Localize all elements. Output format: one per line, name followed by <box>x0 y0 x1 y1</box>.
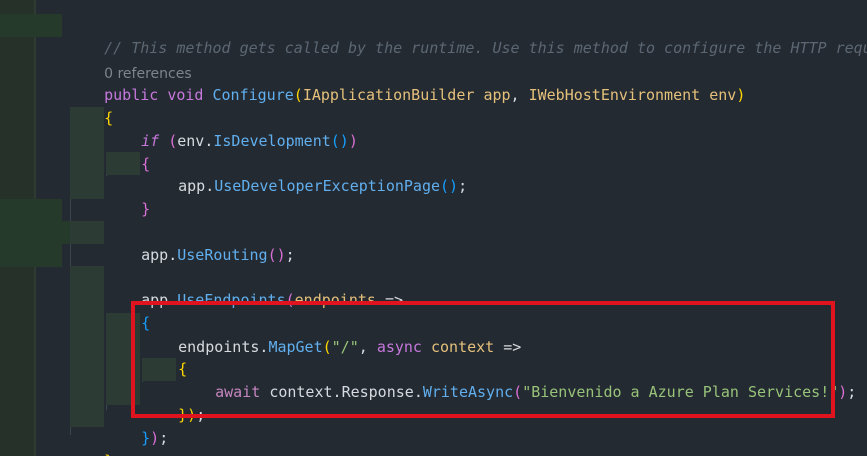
comma: , <box>358 338 368 356</box>
paren-open: ( <box>322 338 332 356</box>
code-editor[interactable]: // This method gets called by the runtim… <box>0 0 867 456</box>
lambda-arrow: => <box>384 291 404 309</box>
change-band <box>0 244 62 267</box>
change-band <box>0 14 62 37</box>
if-paren-close: ) <box>348 132 358 150</box>
code-line-handler-open[interactable]: { <box>142 335 187 378</box>
response-ref: Response <box>341 383 414 401</box>
code-line-use-endpoints[interactable]: app.UseEndpoints(endpoints => <box>105 266 403 309</box>
endpoints-ref: endpoints <box>178 338 260 356</box>
call-parens: () <box>267 246 286 264</box>
code-line-comment[interactable]: // This method gets called by the runtim… <box>68 14 867 57</box>
paren-open: ( <box>285 291 295 309</box>
codelens-references[interactable]: 0 references <box>68 40 192 82</box>
code-line-method-close[interactable]: } <box>68 427 113 456</box>
code-line-use-routing[interactable]: app.UseRouting(); <box>105 221 295 264</box>
dot: . <box>205 177 215 195</box>
indent-highlight <box>70 221 104 244</box>
if-paren-open: ( <box>168 132 178 150</box>
param-type-2: IWebHostEnvironment <box>528 86 701 104</box>
use-routing-call: UseRouting <box>177 246 268 264</box>
dot: . <box>168 246 178 264</box>
env-ref: env <box>177 132 205 150</box>
paren-close: ) <box>187 406 197 424</box>
paren-close: ) <box>736 86 746 104</box>
code-line-if-open[interactable]: { <box>105 130 150 173</box>
dot: . <box>168 291 178 309</box>
write-async-call: WriteAsync <box>422 383 514 401</box>
use-endpoints-call: UseEndpoints <box>177 291 286 309</box>
paren-close: ) <box>150 429 160 447</box>
context-ref: context <box>269 383 333 401</box>
dot: . <box>413 383 423 401</box>
keyword-await: await <box>215 383 261 401</box>
keyword-void: void <box>167 86 204 104</box>
code-line-lambda-open[interactable]: { <box>105 289 150 332</box>
code-line-use-dev[interactable]: app.UseDeveloperExceptionPage(); <box>142 152 467 195</box>
handler-brace-close: } <box>178 406 188 424</box>
param-name-2: env <box>709 86 737 104</box>
message-string: "Bienvenido a Azure Plan Services!" <box>522 383 839 401</box>
method-name: Configure <box>212 86 294 104</box>
semicolon: ; <box>285 246 295 264</box>
code-line-map-get[interactable]: endpoints.MapGet("/", async context => <box>142 313 521 356</box>
if-brace-close: } <box>141 200 151 218</box>
semicolon: ; <box>847 383 857 401</box>
is-development-call: IsDevelopment <box>213 132 331 150</box>
dot: . <box>332 383 342 401</box>
method-brace-close: } <box>104 452 113 456</box>
keyword-async: async <box>376 338 422 356</box>
comment-text: // This method gets called by the runtim… <box>104 39 867 57</box>
app-ref: app <box>178 177 206 195</box>
code-line-if-close[interactable]: } <box>105 175 150 218</box>
map-get-call: MapGet <box>268 338 323 356</box>
param-type-1: IApplicationBuilder <box>302 86 475 104</box>
app-ref: app <box>141 246 169 264</box>
context-param: context <box>431 338 495 356</box>
paren-open: ( <box>513 383 523 401</box>
lambda-arrow: => <box>503 338 522 356</box>
code-line-signature[interactable]: public void Configure(IApplicationBuilde… <box>68 61 745 104</box>
endpoints-param: endpoints <box>294 291 376 309</box>
use-developer-exception-page-call: UseDeveloperExceptionPage <box>214 177 441 195</box>
paren-close: ) <box>838 383 848 401</box>
indent-highlight <box>70 266 104 427</box>
call-parens: () <box>440 177 459 195</box>
param-name-1: app <box>483 86 511 104</box>
lambda-brace-close: } <box>141 429 151 447</box>
semicolon: ; <box>196 406 206 424</box>
paren-open: ( <box>293 86 303 104</box>
semicolon: ; <box>159 429 169 447</box>
code-line-handler-close[interactable]: }); <box>142 381 205 424</box>
route-string: "/" <box>331 338 359 356</box>
code-line-lambda-close[interactable]: }); <box>105 404 168 447</box>
code-line-open-brace[interactable]: { <box>68 84 113 127</box>
param-comma: , <box>510 86 520 104</box>
code-line-write-async[interactable]: await context.Response.WriteAsync("Bienv… <box>179 358 856 401</box>
change-band <box>0 199 62 222</box>
semicolon: ; <box>458 177 468 195</box>
code-line-if[interactable]: if (env.IsDevelopment()) <box>105 107 358 150</box>
call-parens: () <box>330 132 349 150</box>
